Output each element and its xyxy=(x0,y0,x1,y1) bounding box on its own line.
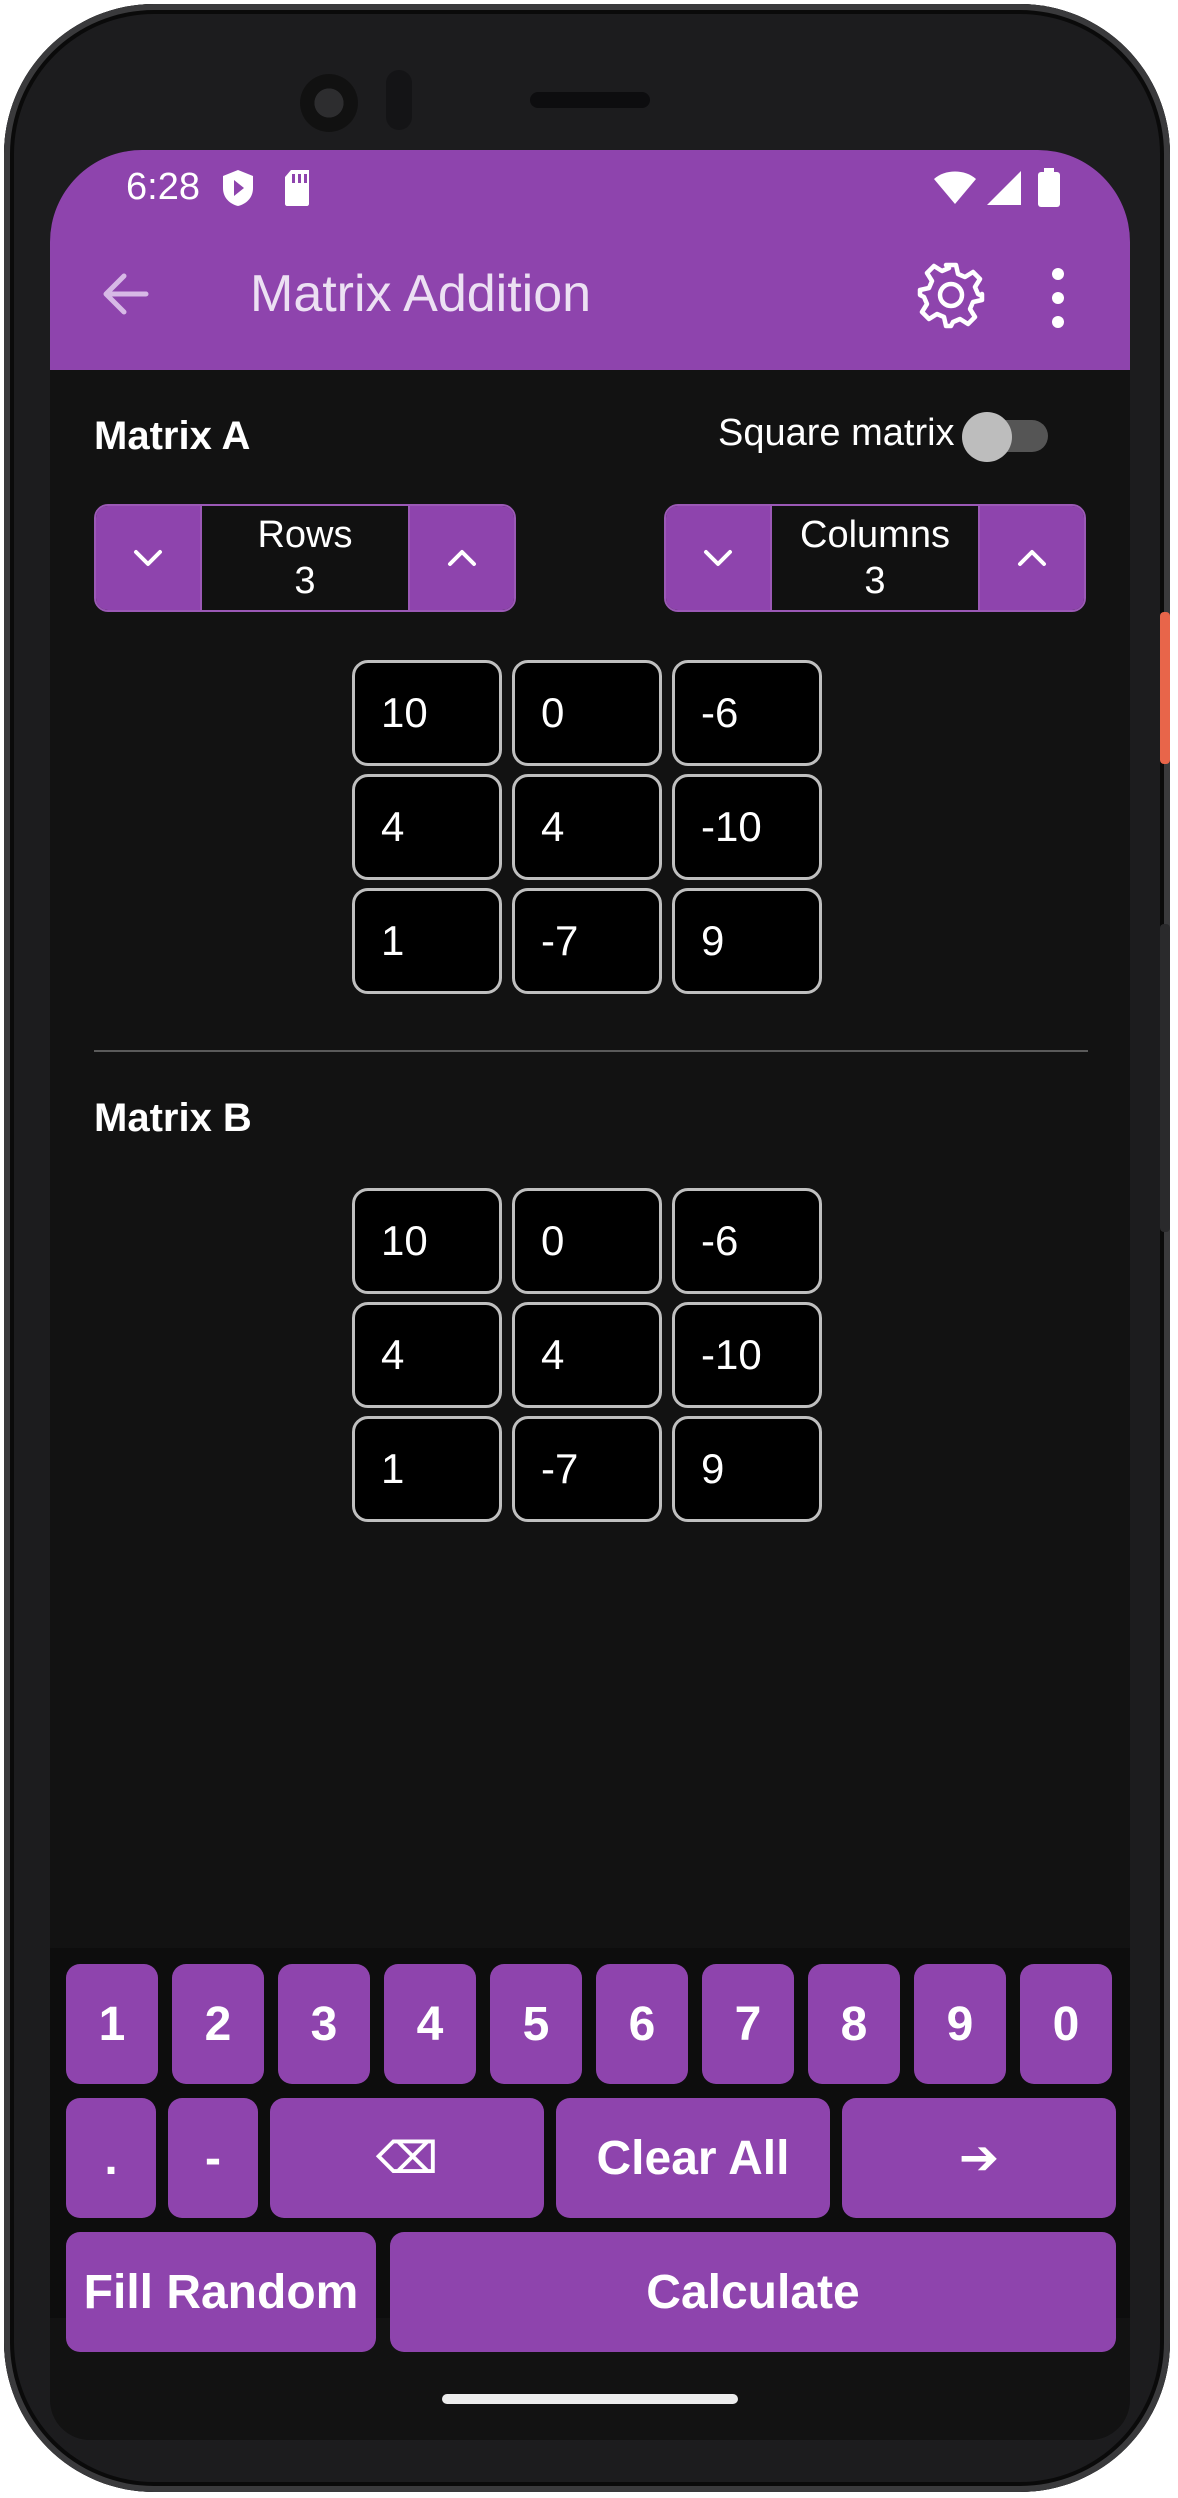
key-2[interactable]: 2 xyxy=(172,1964,264,2084)
matrix-b-cell[interactable]: -10 xyxy=(672,1302,822,1408)
fill-random-button[interactable]: Fill Random xyxy=(66,2232,376,2352)
columns-display: Columns 3 xyxy=(770,506,980,610)
calculate-button[interactable]: Calculate xyxy=(390,2232,1116,2352)
matrix-a-label: Matrix A xyxy=(94,414,251,458)
matrix-b-cell[interactable]: 0 xyxy=(512,1188,662,1294)
page-title: Matrix Addition xyxy=(250,265,592,323)
columns-increment-button[interactable] xyxy=(980,506,1084,610)
key-8[interactable]: 8 xyxy=(808,1964,900,2084)
columns-label: Columns xyxy=(800,514,950,556)
phone-frame: 6:28 Matrix Addition Matrix A Square mat… xyxy=(4,4,1170,2492)
matrix-a-cell[interactable]: -7 xyxy=(512,888,662,994)
rows-label: Rows xyxy=(257,514,353,556)
battery-icon xyxy=(1038,168,1060,207)
key-dot[interactable]: . xyxy=(66,2098,156,2218)
rows-value: 3 xyxy=(294,560,316,602)
key-5[interactable]: 5 xyxy=(490,1964,582,2084)
backspace-button[interactable]: ⌫ xyxy=(270,2098,544,2218)
app-screen: 6:28 Matrix Addition Matrix A Square mat… xyxy=(50,150,1130,2440)
home-indicator[interactable] xyxy=(442,2394,738,2404)
key-6[interactable]: 6 xyxy=(596,1964,688,2084)
matrix-b-cell[interactable]: 10 xyxy=(352,1188,502,1294)
key-0[interactable]: 0 xyxy=(1020,1964,1112,2084)
chevron-up-icon xyxy=(448,550,476,566)
chevron-down-icon xyxy=(134,550,162,566)
toggle-thumb xyxy=(962,412,1012,462)
chevron-up-icon xyxy=(1018,550,1046,566)
matrix-a-cell[interactable]: 0 xyxy=(512,660,662,766)
status-bar: 6:28 xyxy=(50,150,1130,226)
rows-stepper: Rows 3 xyxy=(94,504,516,612)
matrix-a-cell[interactable]: 4 xyxy=(352,774,502,880)
matrix-a-cell[interactable]: 9 xyxy=(672,888,822,994)
volume-button xyxy=(1160,924,1170,1232)
earpiece-speaker xyxy=(530,92,650,108)
matrix-b-cell[interactable]: -6 xyxy=(672,1188,822,1294)
status-time: 6:28 xyxy=(126,166,200,208)
matrix-b-grid: 10 0 -6 4 4 -10 1 -7 9 xyxy=(352,1188,822,1522)
square-matrix-toggle[interactable] xyxy=(962,412,1048,462)
key-7[interactable]: 7 xyxy=(702,1964,794,2084)
shield-icon xyxy=(223,170,253,206)
matrix-a-cell[interactable]: -10 xyxy=(672,774,822,880)
matrix-b-cell[interactable]: 4 xyxy=(512,1302,662,1408)
matrix-a-cell[interactable]: 1 xyxy=(352,888,502,994)
columns-stepper: Columns 3 xyxy=(664,504,1086,612)
key-1[interactable]: 1 xyxy=(66,1964,158,2084)
columns-decrement-button[interactable] xyxy=(666,506,770,610)
square-matrix-label: Square matrix xyxy=(718,412,955,454)
key-3[interactable]: 3 xyxy=(278,1964,370,2084)
key-9[interactable]: 9 xyxy=(914,1964,1006,2084)
keypad: 1 2 3 4 5 6 7 8 9 0 . - ⌫ Clear All ➔ Fi… xyxy=(50,1948,1130,2352)
matrix-b-cell[interactable]: -7 xyxy=(512,1416,662,1522)
matrix-b-cell[interactable]: 1 xyxy=(352,1416,502,1522)
power-button xyxy=(1160,612,1170,764)
key-minus[interactable]: - xyxy=(168,2098,258,2218)
rows-decrement-button[interactable] xyxy=(96,506,200,610)
app-bar: Matrix Addition xyxy=(50,226,1130,370)
matrix-a-cell[interactable]: -6 xyxy=(672,660,822,766)
front-camera xyxy=(300,74,358,132)
gear-icon[interactable] xyxy=(916,260,986,330)
key-4[interactable]: 4 xyxy=(384,1964,476,2084)
rows-display: Rows 3 xyxy=(200,506,410,610)
wifi-icon xyxy=(934,171,976,204)
matrix-a-grid: 10 0 -6 4 4 -10 1 -7 9 xyxy=(352,660,822,994)
signal-icon xyxy=(987,171,1021,205)
rows-increment-button[interactable] xyxy=(410,506,514,610)
arrow-back-icon[interactable] xyxy=(96,264,156,324)
matrix-b-cell[interactable]: 4 xyxy=(352,1302,502,1408)
clear-all-button[interactable]: Clear All xyxy=(556,2098,830,2218)
matrix-b-cell[interactable]: 9 xyxy=(672,1416,822,1522)
sd-card-icon xyxy=(285,170,309,206)
chevron-down-icon xyxy=(704,550,732,566)
matrix-a-cell[interactable]: 4 xyxy=(512,774,662,880)
proximity-sensor xyxy=(386,70,412,130)
matrix-b-label: Matrix B xyxy=(94,1096,252,1140)
section-divider xyxy=(94,1050,1088,1052)
next-button[interactable]: ➔ xyxy=(842,2098,1116,2218)
more-vertical-icon[interactable] xyxy=(1048,266,1068,330)
columns-value: 3 xyxy=(864,560,886,602)
matrix-a-cell[interactable]: 10 xyxy=(352,660,502,766)
